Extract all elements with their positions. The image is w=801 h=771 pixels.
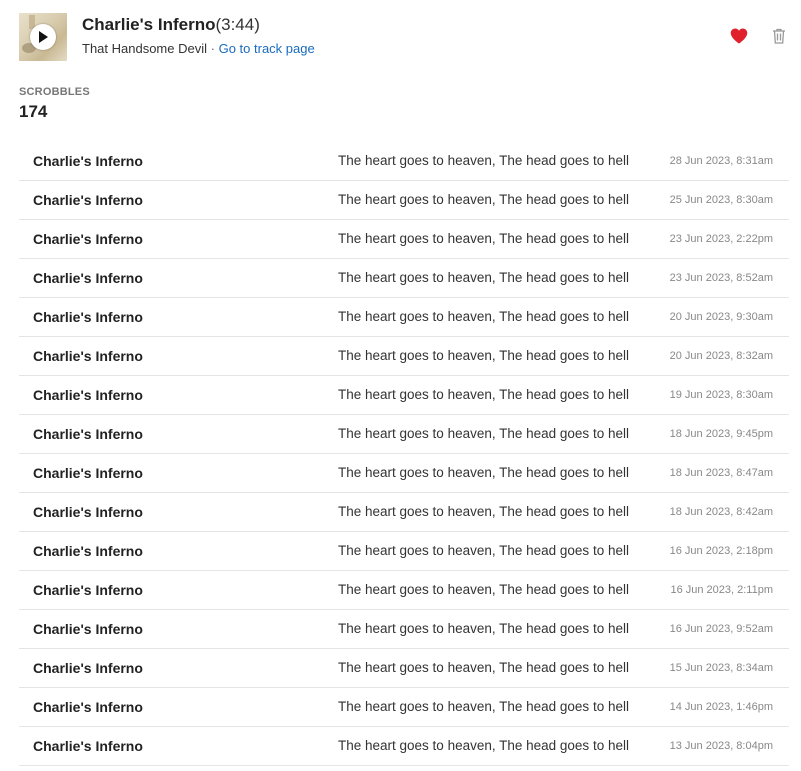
table-row: Charlie's Inferno The heart goes to heav… (19, 220, 789, 259)
table-row: Charlie's Inferno The heart goes to heav… (19, 298, 789, 337)
row-timestamp: 14 Jun 2023, 1:46pm (669, 701, 773, 713)
row-timestamp: 23 Jun 2023, 8:52am (669, 272, 773, 284)
row-timestamp: 13 Jun 2023, 8:04pm (669, 740, 773, 752)
table-row: Charlie's Inferno The heart goes to heav… (19, 454, 789, 493)
trash-icon[interactable] (772, 28, 786, 44)
row-track-name[interactable]: Charlie's Inferno (33, 699, 143, 715)
row-album-name[interactable]: The heart goes to heaven, The head goes … (338, 192, 629, 207)
row-track-name[interactable]: Charlie's Inferno (33, 153, 143, 169)
row-timestamp: 16 Jun 2023, 2:11pm (670, 584, 773, 596)
row-timestamp: 18 Jun 2023, 8:47am (669, 467, 773, 479)
row-track-name[interactable]: Charlie's Inferno (33, 192, 143, 208)
table-row: Charlie's Inferno The heart goes to heav… (19, 181, 789, 220)
table-row: Charlie's Inferno The heart goes to heav… (19, 571, 789, 610)
row-timestamp: 19 Jun 2023, 8:30am (669, 389, 773, 401)
row-track-name[interactable]: Charlie's Inferno (33, 621, 143, 637)
table-row: Charlie's Inferno The heart goes to heav… (19, 688, 789, 727)
row-album-name[interactable]: The heart goes to heaven, The head goes … (338, 738, 629, 753)
track-header: Charlie's Inferno(3:44) That Handsome De… (19, 13, 789, 61)
row-track-name[interactable]: Charlie's Inferno (33, 660, 143, 676)
title-line: Charlie's Inferno(3:44) (82, 15, 260, 35)
row-track-name[interactable]: Charlie's Inferno (33, 309, 143, 325)
track-title: Charlie's Inferno (82, 15, 216, 34)
table-row: Charlie's Inferno The heart goes to heav… (19, 649, 789, 688)
table-row: Charlie's Inferno The heart goes to heav… (19, 337, 789, 376)
row-album-name[interactable]: The heart goes to heaven, The head goes … (338, 543, 629, 558)
row-album-name[interactable]: The heart goes to heaven, The head goes … (338, 621, 629, 636)
row-album-name[interactable]: The heart goes to heaven, The head goes … (338, 465, 629, 480)
scrobbles-label: SCROBBLES (19, 86, 90, 98)
row-track-name[interactable]: Charlie's Inferno (33, 543, 143, 559)
table-row: Charlie's Inferno The heart goes to heav… (19, 610, 789, 649)
row-timestamp: 20 Jun 2023, 9:30am (669, 311, 773, 323)
table-row: Charlie's Inferno The heart goes to heav… (19, 376, 789, 415)
heart-icon[interactable] (730, 27, 748, 45)
row-album-name[interactable]: The heart goes to heaven, The head goes … (338, 270, 629, 285)
row-timestamp: 18 Jun 2023, 9:45pm (669, 428, 773, 440)
row-track-name[interactable]: Charlie's Inferno (33, 582, 143, 598)
album-cover (19, 13, 67, 61)
row-track-name[interactable]: Charlie's Inferno (33, 387, 143, 403)
row-album-name[interactable]: The heart goes to heaven, The head goes … (338, 153, 629, 168)
row-track-name[interactable]: Charlie's Inferno (33, 348, 143, 364)
row-track-name[interactable]: Charlie's Inferno (33, 504, 143, 520)
row-timestamp: 23 Jun 2023, 2:22pm (669, 233, 773, 245)
scrobble-list: Charlie's Inferno The heart goes to heav… (19, 142, 789, 766)
row-timestamp: 20 Jun 2023, 8:32am (669, 350, 773, 362)
row-timestamp: 25 Jun 2023, 8:30am (669, 194, 773, 206)
row-album-name[interactable]: The heart goes to heaven, The head goes … (338, 504, 629, 519)
separator: · (210, 41, 215, 56)
row-track-name[interactable]: Charlie's Inferno (33, 426, 143, 442)
row-album-name[interactable]: The heart goes to heaven, The head goes … (338, 699, 629, 714)
row-track-name[interactable]: Charlie's Inferno (33, 738, 143, 754)
row-timestamp: 16 Jun 2023, 9:52am (669, 623, 773, 635)
row-album-name[interactable]: The heart goes to heaven, The head goes … (338, 309, 629, 324)
row-track-name[interactable]: Charlie's Inferno (33, 270, 143, 286)
table-row: Charlie's Inferno The heart goes to heav… (19, 727, 789, 766)
scrobbles-count: 174 (19, 102, 48, 121)
row-track-name[interactable]: Charlie's Inferno (33, 231, 143, 247)
row-timestamp: 16 Jun 2023, 2:18pm (669, 545, 773, 557)
row-album-name[interactable]: The heart goes to heaven, The head goes … (338, 660, 629, 675)
go-to-track-link[interactable]: Go to track page (219, 41, 315, 56)
table-row: Charlie's Inferno The heart goes to heav… (19, 142, 789, 181)
table-row: Charlie's Inferno The heart goes to heav… (19, 532, 789, 571)
row-album-name[interactable]: The heart goes to heaven, The head goes … (338, 582, 629, 597)
table-row: Charlie's Inferno The heart goes to heav… (19, 493, 789, 532)
row-album-name[interactable]: The heart goes to heaven, The head goes … (338, 231, 629, 246)
row-timestamp: 15 Jun 2023, 8:34am (669, 662, 773, 674)
row-track-name[interactable]: Charlie's Inferno (33, 465, 143, 481)
artist-name: That Handsome Devil (82, 41, 207, 56)
artist-line: That Handsome Devil · Go to track page (82, 41, 315, 56)
table-row: Charlie's Inferno The heart goes to heav… (19, 415, 789, 454)
row-album-name[interactable]: The heart goes to heaven, The head goes … (338, 387, 629, 402)
row-timestamp: 28 Jun 2023, 8:31am (669, 155, 773, 167)
table-row: Charlie's Inferno The heart goes to heav… (19, 259, 789, 298)
play-button[interactable] (30, 24, 56, 50)
track-duration: (3:44) (215, 15, 260, 34)
row-album-name[interactable]: The heart goes to heaven, The head goes … (338, 348, 629, 363)
row-album-name[interactable]: The heart goes to heaven, The head goes … (338, 426, 629, 441)
row-timestamp: 18 Jun 2023, 8:42am (669, 506, 773, 518)
play-icon (39, 31, 48, 43)
